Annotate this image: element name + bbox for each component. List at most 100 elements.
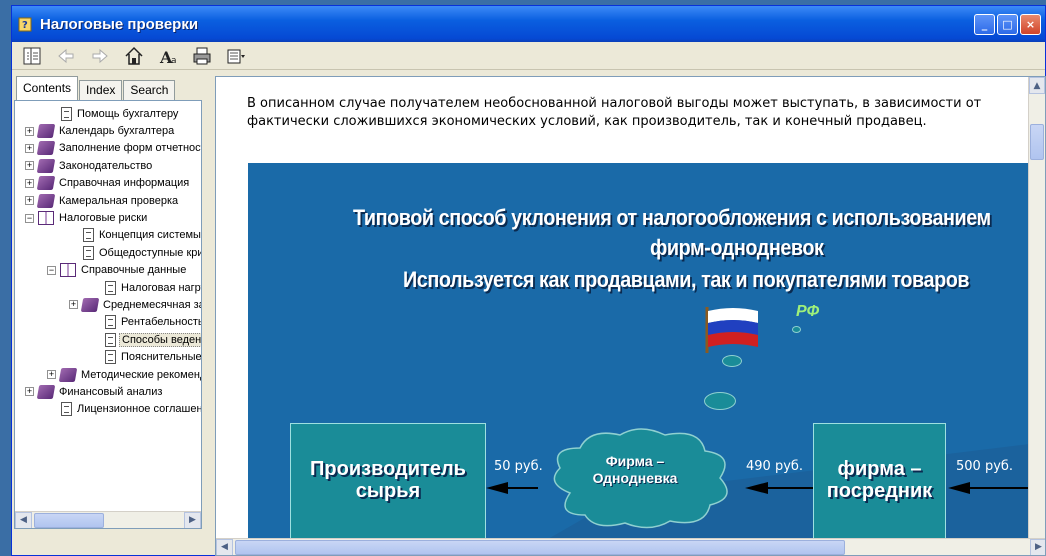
home-icon	[125, 46, 143, 65]
tree-item[interactable]: + Законодательство	[15, 157, 201, 174]
title-bar[interactable]: ? Налоговые проверки _ □ ×	[12, 6, 1045, 42]
tree-item-label: Справочная информация	[59, 177, 190, 190]
tab-search[interactable]: Search	[123, 80, 176, 100]
topic-page-icon	[61, 402, 72, 417]
expand-toggle-icon[interactable]: +	[47, 370, 56, 380]
russian-flag-icon	[705, 307, 758, 353]
help-window: ? Налоговые проверки _ □ × Aa Contents I…	[11, 5, 1046, 556]
price-50: 50 руб.	[494, 459, 543, 474]
tree-item-label: Рентабельность	[121, 316, 201, 329]
book-icon	[58, 367, 78, 382]
tree-item-label: Среднемесячная зарплата	[103, 298, 201, 311]
tab-contents[interactable]: Contents	[16, 76, 79, 100]
tree-item-label: Пояснительные	[121, 351, 201, 364]
scroll-right-arrow[interactable]: ▶	[184, 511, 201, 528]
scroll-left-arrow[interactable]: ◀	[216, 538, 233, 555]
tree-item[interactable]: Налоговая нагрузка	[15, 279, 201, 296]
tree-item[interactable]: + Финансовый анализ	[15, 383, 201, 400]
tree-item-label: Календарь бухгалтера	[59, 125, 175, 138]
tree-item-label: Способы ведения	[119, 332, 201, 347]
book-icon	[36, 124, 56, 139]
expand-toggle-icon[interactable]: +	[25, 387, 34, 397]
window-title: Налоговые проверки	[40, 15, 199, 33]
nav-tabs: Contents Index Search	[14, 76, 202, 100]
maximize-button[interactable]: □	[997, 14, 1018, 35]
horizontal-scroll-thumb[interactable]	[235, 539, 845, 555]
tree-item[interactable]: Способы ведения	[15, 331, 201, 348]
expand-toggle-icon[interactable]: +	[25, 143, 34, 153]
tab-index[interactable]: Index	[79, 80, 123, 100]
tree-item-label: Методические рекомендации	[81, 368, 201, 381]
topic-page-icon	[105, 280, 116, 295]
book-icon	[36, 384, 56, 399]
expand-toggle-icon[interactable]: +	[25, 161, 34, 171]
tree-item[interactable]: + Методические рекомендации	[15, 366, 201, 383]
tree-item[interactable]: Пояснительные	[15, 348, 201, 365]
tree-horizontal-scrollbar[interactable]: ◀ ▶	[15, 511, 201, 528]
print-button[interactable]	[188, 44, 216, 68]
tree-item[interactable]: Концепция системы	[15, 227, 201, 244]
topic-pane: В описанном случае получателем необоснов…	[215, 76, 1046, 556]
intermediary-box: фирма – посредник	[813, 423, 946, 539]
options-button[interactable]	[222, 44, 250, 68]
scroll-right-arrow[interactable]: ▶	[1030, 538, 1045, 555]
back-icon	[58, 48, 74, 63]
topic-vertical-scrollbar[interactable]: ▲	[1028, 77, 1045, 539]
book-icon	[36, 176, 56, 191]
tree-item[interactable]: Помощь бухгалтеру	[15, 105, 201, 122]
tree-item[interactable]: + Заполнение форм отчетности	[15, 140, 201, 157]
tree-item[interactable]: − Налоговые риски	[15, 209, 201, 226]
expand-toggle-icon[interactable]: +	[25, 196, 34, 206]
slide-title-line2: фирм-однодневок	[650, 235, 824, 260]
scroll-left-arrow[interactable]: ◀	[15, 511, 32, 528]
tree-item[interactable]: Лицензионное соглашение	[15, 401, 201, 418]
hide-icon	[23, 47, 41, 64]
topic-page-icon	[83, 228, 94, 243]
open-book-icon	[60, 263, 76, 278]
tree-item[interactable]: Общедоступные критерии	[15, 244, 201, 261]
help-app-icon: ?	[18, 17, 32, 32]
tree-item[interactable]: Рентабельность	[15, 314, 201, 331]
tree-item[interactable]: + Камеральная проверка	[15, 192, 201, 209]
open-book-icon	[38, 211, 54, 226]
scroll-thumb[interactable]	[34, 512, 104, 528]
tree-item[interactable]: − Справочные данные	[15, 262, 201, 279]
expand-toggle-icon[interactable]: +	[25, 178, 34, 188]
collapse-toggle-icon[interactable]: −	[25, 213, 34, 223]
svg-text:a: a	[171, 56, 177, 66]
book-icon	[36, 141, 56, 156]
thought-bubble-2	[722, 355, 742, 367]
thought-bubble-1	[792, 326, 801, 333]
minimize-button[interactable]: _	[974, 14, 995, 35]
collapse-toggle-icon[interactable]: −	[47, 265, 56, 275]
font-button[interactable]: Aa	[154, 44, 182, 68]
close-button[interactable]: ×	[1020, 14, 1041, 35]
forward-button[interactable]	[86, 44, 114, 68]
scroll-up-arrow[interactable]: ▲	[1029, 77, 1045, 94]
vertical-scroll-thumb[interactable]	[1030, 124, 1044, 160]
hide-button[interactable]	[18, 44, 46, 68]
tree-item[interactable]: + Справочная информация	[15, 175, 201, 192]
tree-item-label: Помощь бухгалтеру	[77, 107, 179, 120]
topic-horizontal-scrollbar[interactable]: ◀ ▶	[216, 538, 1045, 555]
slide-title-line3: Используется как продавцами, так и покуп…	[403, 267, 970, 292]
rf-label: РФ	[796, 303, 820, 320]
slide-title-line1: Типовой способ уклонения от налогообложе…	[353, 205, 991, 230]
expand-toggle-icon[interactable]: +	[69, 300, 78, 310]
tree-item[interactable]: + Среднемесячная зарплата	[15, 296, 201, 313]
topic-page-icon	[105, 315, 116, 330]
toolbar: Aa	[12, 42, 1045, 70]
navigation-pane: Contents Index Search Помощь бухгалтеру +…	[14, 76, 202, 554]
tree-nodes: Помощь бухгалтеру + Календарь бухгалтера + З…	[15, 101, 201, 418]
back-button[interactable]	[52, 44, 80, 68]
tree-item-label: Справочные данные	[81, 264, 187, 277]
tree-item-label: Общедоступные критерии	[99, 246, 201, 259]
topic-page-icon	[61, 106, 72, 121]
svg-text:?: ?	[22, 20, 28, 31]
home-button[interactable]	[120, 44, 148, 68]
tree-item-label: Камеральная проверка	[59, 194, 179, 207]
tree-item[interactable]: + Календарь бухгалтера	[15, 122, 201, 139]
expand-toggle-icon[interactable]: +	[25, 126, 34, 136]
options-icon	[227, 49, 245, 63]
thought-bubble-3	[704, 392, 736, 410]
